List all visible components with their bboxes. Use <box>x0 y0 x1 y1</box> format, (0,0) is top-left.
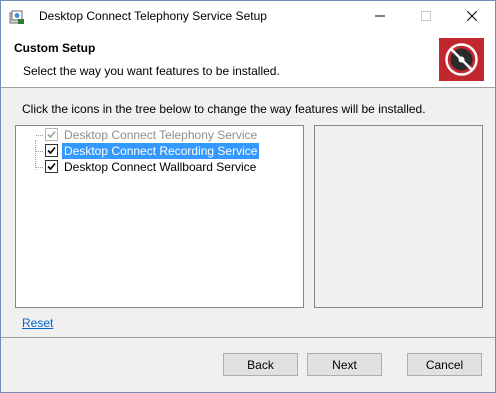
tree-connector <box>35 140 36 170</box>
close-button[interactable] <box>449 1 495 31</box>
setup-header: Custom Setup Select the way you want fea… <box>1 31 495 88</box>
tree-branch <box>36 135 43 136</box>
window-title: Desktop Connect Telephony Service Setup <box>39 9 267 23</box>
page-description: Select the way you want features to be i… <box>23 64 280 78</box>
cancel-button[interactable]: Cancel <box>407 353 482 376</box>
feature-tree[interactable]: Desktop Connect Telephony Service Deskto… <box>15 125 304 308</box>
maximize-button[interactable] <box>403 1 449 31</box>
feature-area: Click the icons in the tree below to cha… <box>1 89 495 338</box>
maximize-icon <box>421 11 431 21</box>
feature-label-wallboard: Desktop Connect Wallboard Service <box>64 160 257 174</box>
page-title: Custom Setup <box>14 41 96 55</box>
close-icon <box>467 11 477 21</box>
title-bar[interactable]: Desktop Connect Telephony Service Setup <box>1 1 495 31</box>
tree-branch <box>36 167 43 168</box>
feature-label-recording: Desktop Connect Recording Service <box>62 143 260 159</box>
setup-window: Desktop Connect Telephony Service Setup … <box>0 0 496 393</box>
checkbox-recording[interactable] <box>45 144 58 157</box>
tree-branch <box>36 151 43 152</box>
instruction-text: Click the icons in the tree below to cha… <box>22 102 426 116</box>
checkmark-icon <box>47 162 56 171</box>
checkmark-icon <box>47 130 56 139</box>
next-button[interactable]: Next <box>307 353 382 376</box>
minimize-button[interactable] <box>357 1 403 31</box>
disc-logo-icon <box>439 38 484 81</box>
feature-label-telephony: Desktop Connect Telephony Service <box>64 128 258 142</box>
reset-link[interactable]: Reset <box>22 316 53 330</box>
feature-description-panel <box>314 125 483 308</box>
installer-icon <box>9 10 24 24</box>
checkmark-icon <box>47 146 56 155</box>
checkbox-wallboard[interactable] <box>45 160 58 173</box>
back-button[interactable]: Back <box>223 353 298 376</box>
checkbox-telephony[interactable] <box>45 128 58 141</box>
minimize-icon <box>375 15 385 17</box>
